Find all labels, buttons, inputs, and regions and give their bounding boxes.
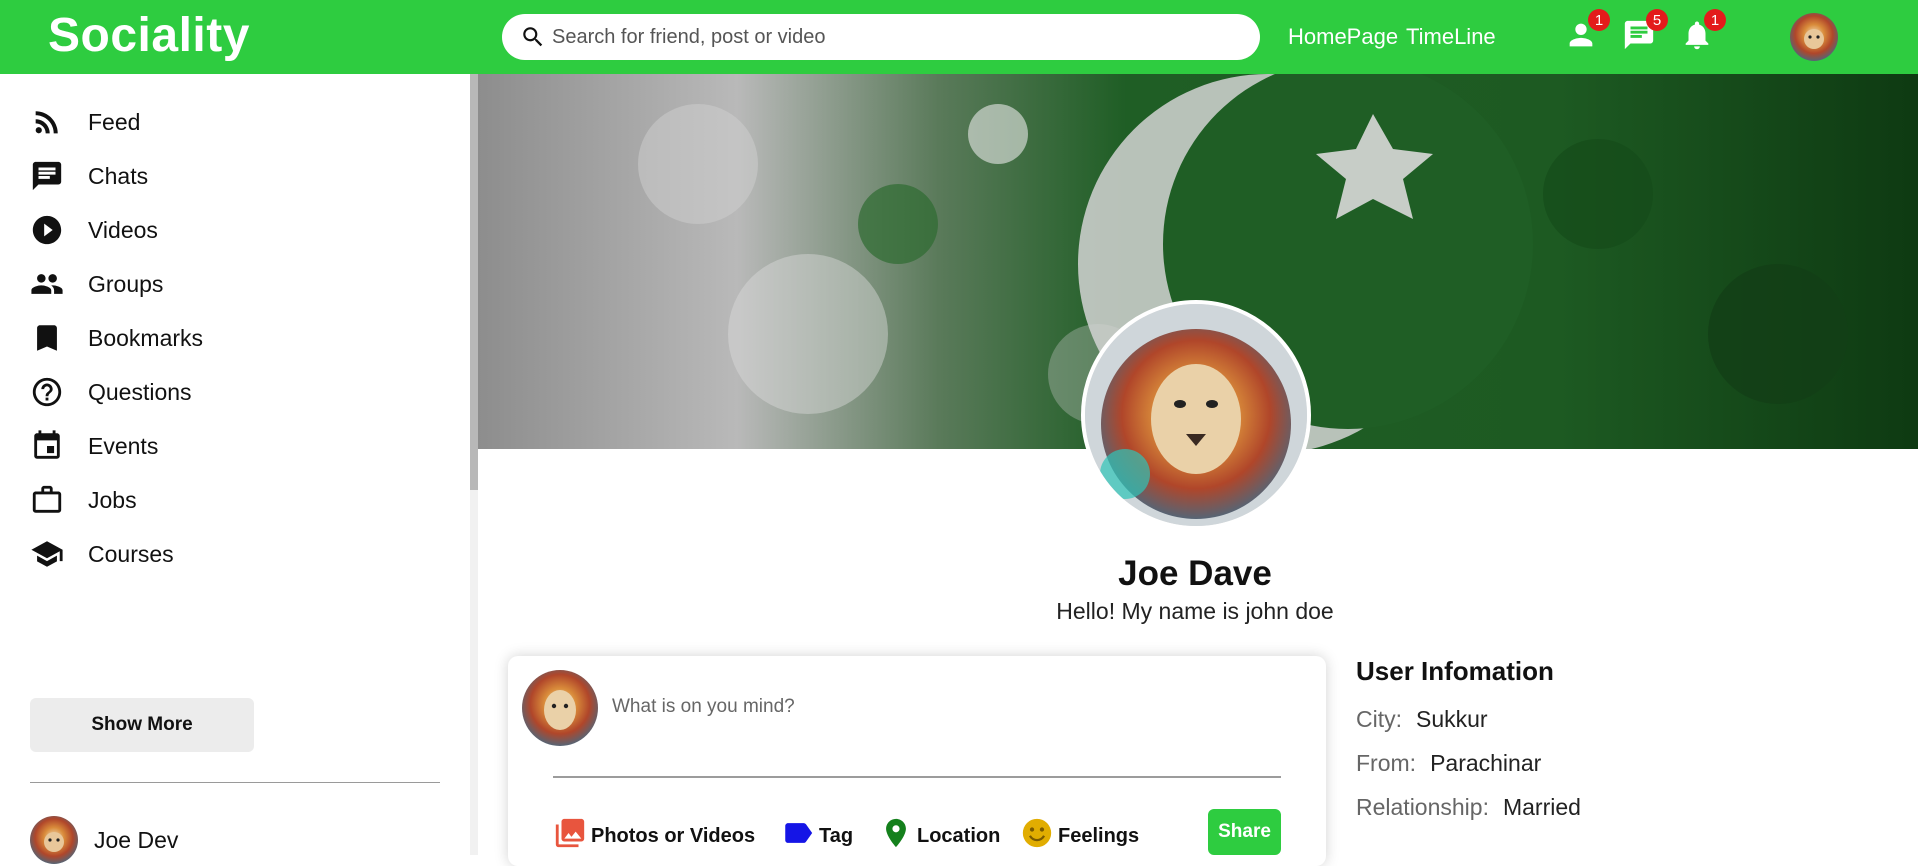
school-icon: [31, 541, 63, 567]
show-more-button[interactable]: Show More: [30, 698, 254, 752]
app-logo[interactable]: Sociality: [48, 8, 250, 63]
notification-badge: 1: [1704, 9, 1726, 31]
rss-icon: [35, 111, 58, 134]
sidebar: Feed Chats Videos Groups Bookmarks Quest…: [0, 74, 474, 864]
sidebar-item-label: Events: [88, 432, 159, 459]
info-value: Married: [1502, 794, 1581, 820]
group-icon: [31, 274, 63, 294]
help-circle-icon: [32, 377, 62, 407]
info-value: Parachinar: [1430, 750, 1542, 776]
photos-videos-option[interactable]: Photos or Videos: [553, 810, 755, 850]
feelings-option[interactable]: Feelings: [1020, 810, 1139, 850]
notification-badge: 1: [1588, 9, 1610, 31]
search-input[interactable]: [552, 25, 1232, 49]
sidebar-item-jobs[interactable]: Jobs: [30, 480, 137, 520]
option-label: Photos or Videos: [591, 825, 756, 847]
sidebar-item-label: Chats: [88, 162, 149, 189]
sidebar-item-chats[interactable]: Chats: [30, 156, 148, 196]
user-info-city: City: Sukkur: [1356, 706, 1488, 733]
notifications-button[interactable]: 1: [1680, 9, 1726, 52]
chat-icon: [32, 161, 62, 191]
tag-option[interactable]: Tag: [781, 810, 853, 850]
sidebar-item-label: Jobs: [88, 486, 137, 513]
info-key: Relationship:: [1356, 794, 1489, 820]
photo-library-icon: [555, 818, 585, 848]
timeline-link[interactable]: TimeLine: [1406, 24, 1496, 50]
search-icon: [523, 27, 543, 47]
sidebar-item-feed[interactable]: Feed: [30, 102, 140, 142]
post-input[interactable]: [612, 696, 1212, 718]
profile-description: Hello! My name is john doe: [1056, 598, 1334, 624]
search-bar[interactable]: [502, 14, 1260, 60]
sidebar-item-label: Courses: [88, 540, 174, 567]
user-info-title: User Infomation: [1356, 656, 1554, 686]
sidebar-item-label: Questions: [88, 378, 192, 405]
sidebar-item-events[interactable]: Events: [30, 426, 158, 466]
avatar: [30, 816, 78, 864]
info-key: From:: [1356, 750, 1417, 776]
sidebar-item-label: Bookmarks: [88, 324, 204, 351]
bookmark-icon: [37, 325, 57, 351]
homepage-link[interactable]: HomePage: [1288, 24, 1398, 50]
divider: [553, 776, 1281, 778]
briefcase-icon: [32, 485, 62, 513]
sidebar-item-questions[interactable]: Questions: [30, 372, 192, 412]
notification-badge: 5: [1646, 9, 1668, 31]
location-pin-icon: [886, 818, 906, 848]
play-circle-icon: [32, 215, 62, 245]
friend-requests-button[interactable]: 1: [1564, 9, 1610, 52]
sidebar-item-label: Videos: [88, 216, 158, 243]
calendar-icon: [34, 430, 60, 459]
sidebar-item-courses[interactable]: Courses: [30, 534, 174, 574]
emoji-icon: [1022, 818, 1052, 848]
sidebar-item-label: Groups: [88, 270, 164, 297]
info-value: Sukkur: [1416, 706, 1488, 732]
share-post-card: Photos or Videos Tag Location Feelings S…: [508, 656, 1326, 866]
sidebar-divider: [30, 782, 440, 783]
sidebar-item-groups[interactable]: Groups: [30, 264, 163, 304]
profile-name: Joe Dave: [1118, 554, 1272, 593]
messages-button[interactable]: 5: [1622, 9, 1668, 52]
friend-name: Joe Dev: [94, 826, 179, 853]
info-key: City:: [1356, 706, 1402, 732]
avatar: [522, 670, 598, 746]
option-label: Feelings: [1058, 825, 1140, 847]
sidebar-item-videos[interactable]: Videos: [30, 210, 158, 250]
top-navbar: Sociality HomePage TimeLine 1 5 1: [0, 0, 1918, 74]
sidebar-item-bookmarks[interactable]: Bookmarks: [30, 318, 203, 358]
user-avatar[interactable]: [1790, 13, 1838, 61]
location-option[interactable]: Location: [879, 810, 1000, 850]
label-icon: [785, 823, 813, 843]
user-info-from: From: Parachinar: [1356, 750, 1541, 777]
sidebar-item-label: Feed: [88, 108, 141, 135]
option-label: Location: [917, 825, 1001, 847]
friend-list-item[interactable]: Joe Dev: [30, 816, 178, 864]
profile-picture[interactable]: [1081, 300, 1311, 530]
option-label: Tag: [819, 825, 854, 847]
sidebar-scrollbar-thumb[interactable]: [470, 74, 478, 490]
user-info-relationship: Relationship: Married: [1356, 794, 1581, 821]
share-button[interactable]: Share: [1208, 809, 1281, 855]
